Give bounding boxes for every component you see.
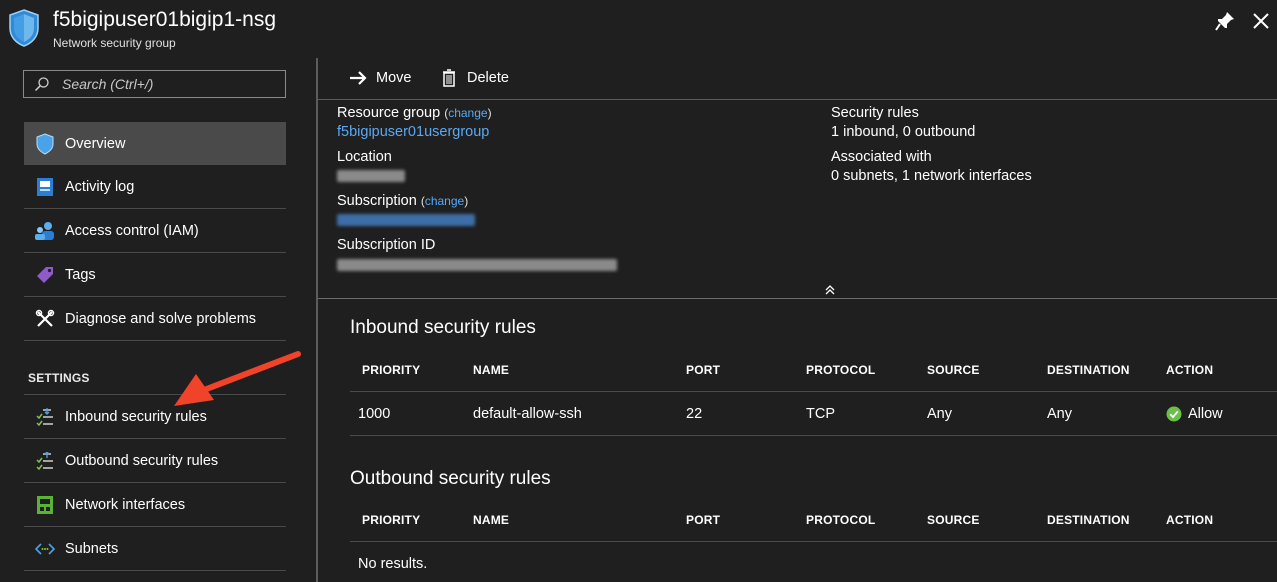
col-priority[interactable]: PRIORITY: [362, 513, 420, 527]
col-action[interactable]: ACTION: [1166, 363, 1213, 377]
move-label: Move: [376, 70, 412, 86]
sidebar-item-network-interfaces[interactable]: Network interfaces: [24, 483, 286, 527]
nsg-blade: f5bigipuser01bigip1-nsg Network security…: [0, 0, 1277, 582]
search-box: [23, 70, 286, 98]
subscription-label: Subscription: [337, 193, 417, 209]
check-circle-icon: [1166, 406, 1182, 422]
col-protocol[interactable]: PROTOCOL: [806, 363, 875, 377]
page-title: f5bigipuser01bigip1-nsg: [53, 8, 276, 31]
sidebar-item-diagnose[interactable]: Diagnose and solve problems: [24, 297, 286, 341]
location-label: Location: [337, 149, 392, 165]
delete-button[interactable]: Delete: [439, 68, 509, 88]
table-header-row: PRIORITY NAME PORT PROTOCOL SOURCE DESTI…: [350, 348, 1277, 392]
table-row[interactable]: 1000 default-allow-ssh 22 TCP Any Any Al…: [350, 392, 1277, 436]
resource-group-link[interactable]: f5bigipuser01usergroup: [337, 124, 489, 140]
rule-action: Allow: [1188, 406, 1223, 422]
resource-group-label: Resource group: [337, 105, 441, 121]
subscription-change: (change): [420, 194, 469, 208]
wrench-icon: [34, 308, 56, 330]
delete-label: Delete: [467, 70, 509, 86]
search-input[interactable]: [62, 74, 277, 94]
network-interface-icon: [34, 494, 56, 516]
sidebar-item-label: Access control (IAM): [65, 222, 199, 239]
sidebar-item-label: Network interfaces: [65, 496, 186, 513]
no-results-text: No results.: [358, 556, 428, 572]
col-protocol[interactable]: PROTOCOL: [806, 513, 875, 527]
move-button[interactable]: Move: [348, 68, 411, 88]
associated-with-value: 0 subnets, 1 network interfaces: [831, 168, 1032, 184]
col-name[interactable]: NAME: [473, 363, 509, 377]
sidebar-item-subnets[interactable]: Subnets: [24, 527, 286, 571]
rule-priority: 1000: [358, 406, 391, 422]
col-port[interactable]: PORT: [686, 363, 720, 377]
sidebar-item-label: Inbound security rules: [65, 408, 207, 425]
tag-icon: [34, 264, 56, 286]
table-header-row: PRIORITY NAME PORT PROTOCOL SOURCE DESTI…: [350, 498, 1277, 542]
location-value-redacted: [337, 170, 405, 182]
settings-nav: Inbound security rules Outbound security…: [24, 395, 286, 571]
settings-section-header: SETTINGS: [28, 371, 90, 385]
sidebar-item-outbound-rules[interactable]: Outbound security rules: [24, 439, 286, 483]
col-priority[interactable]: PRIORITY: [362, 363, 420, 377]
subscription-id-redacted: [337, 259, 617, 271]
col-name[interactable]: NAME: [473, 513, 509, 527]
shield-icon: [34, 132, 56, 155]
sidebar-item-label: Activity log: [65, 178, 135, 195]
outbound-rules-icon: [34, 450, 56, 472]
col-action[interactable]: ACTION: [1166, 513, 1213, 527]
inbound-rules-icon: [34, 406, 56, 428]
collapse-chevron-icon[interactable]: [823, 284, 837, 296]
sidebar-item-tags[interactable]: Tags: [24, 253, 286, 297]
activity-log-icon: [34, 176, 56, 198]
associated-with-label: Associated with: [831, 149, 932, 165]
empty-row: No results.: [350, 542, 1277, 582]
resource-group-change: (change): [444, 106, 492, 120]
col-source[interactable]: SOURCE: [927, 513, 980, 527]
rule-name: default-allow-ssh: [473, 406, 582, 422]
inbound-rules-table: PRIORITY NAME PORT PROTOCOL SOURCE DESTI…: [350, 348, 1277, 436]
sidebar-item-access-control[interactable]: Access control (IAM): [24, 209, 286, 253]
sidebar-item-label: Outbound security rules: [65, 452, 219, 469]
arrow-right-icon: [350, 71, 367, 85]
rule-port: 22: [686, 406, 703, 422]
pin-icon[interactable]: [1214, 10, 1236, 32]
col-destination[interactable]: DESTINATION: [1047, 363, 1130, 377]
change-resource-group-link[interactable]: change: [448, 106, 487, 120]
subscription-label-row: Subscription (change): [337, 193, 468, 209]
trash-icon: [443, 69, 455, 87]
col-source[interactable]: SOURCE: [927, 363, 980, 377]
subscription-value-redacted[interactable]: [337, 214, 475, 226]
sidebar-nav: Overview Activity log Access control (IA…: [24, 122, 286, 341]
col-port[interactable]: PORT: [686, 513, 720, 527]
rule-destination: Any: [1047, 406, 1072, 422]
resource-group-label-row: Resource group (change): [337, 105, 492, 121]
close-icon[interactable]: [1250, 10, 1272, 32]
security-rules-value: 1 inbound, 0 outbound: [831, 124, 976, 140]
blade-header: f5bigipuser01bigip1-nsg Network security…: [0, 0, 1277, 58]
security-rules-label: Security rules: [831, 105, 919, 121]
rule-protocol: TCP: [806, 406, 835, 422]
subscription-id-label: Subscription ID: [337, 237, 436, 253]
change-subscription-link[interactable]: change: [425, 194, 464, 208]
sidebar-item-label: Tags: [65, 266, 96, 283]
page-subtitle: Network security group: [53, 36, 176, 50]
sidebar-item-label: Overview: [65, 135, 126, 152]
outbound-rules-table: PRIORITY NAME PORT PROTOCOL SOURCE DESTI…: [350, 498, 1277, 582]
sidebar-item-label: Diagnose and solve problems: [65, 310, 257, 327]
users-icon: [34, 220, 56, 242]
sidebar-item-label: Subnets: [65, 540, 119, 557]
shield-logo-icon: [9, 9, 39, 47]
col-destination[interactable]: DESTINATION: [1047, 513, 1130, 527]
outbound-rules-title: Outbound security rules: [350, 468, 551, 489]
search-icon: [34, 77, 49, 92]
rule-source: Any: [927, 406, 952, 422]
inbound-rules-title: Inbound security rules: [350, 317, 536, 338]
command-bar: Move Delete: [318, 58, 1277, 100]
sidebar-item-overview[interactable]: Overview: [24, 122, 286, 165]
sidebar-item-activity-log[interactable]: Activity log: [24, 165, 286, 209]
essentials-panel: Resource group (change) f5bigipuser01use…: [318, 100, 1277, 299]
sidebar-item-inbound-rules[interactable]: Inbound security rules: [24, 395, 286, 439]
subnet-icon: [34, 538, 56, 560]
